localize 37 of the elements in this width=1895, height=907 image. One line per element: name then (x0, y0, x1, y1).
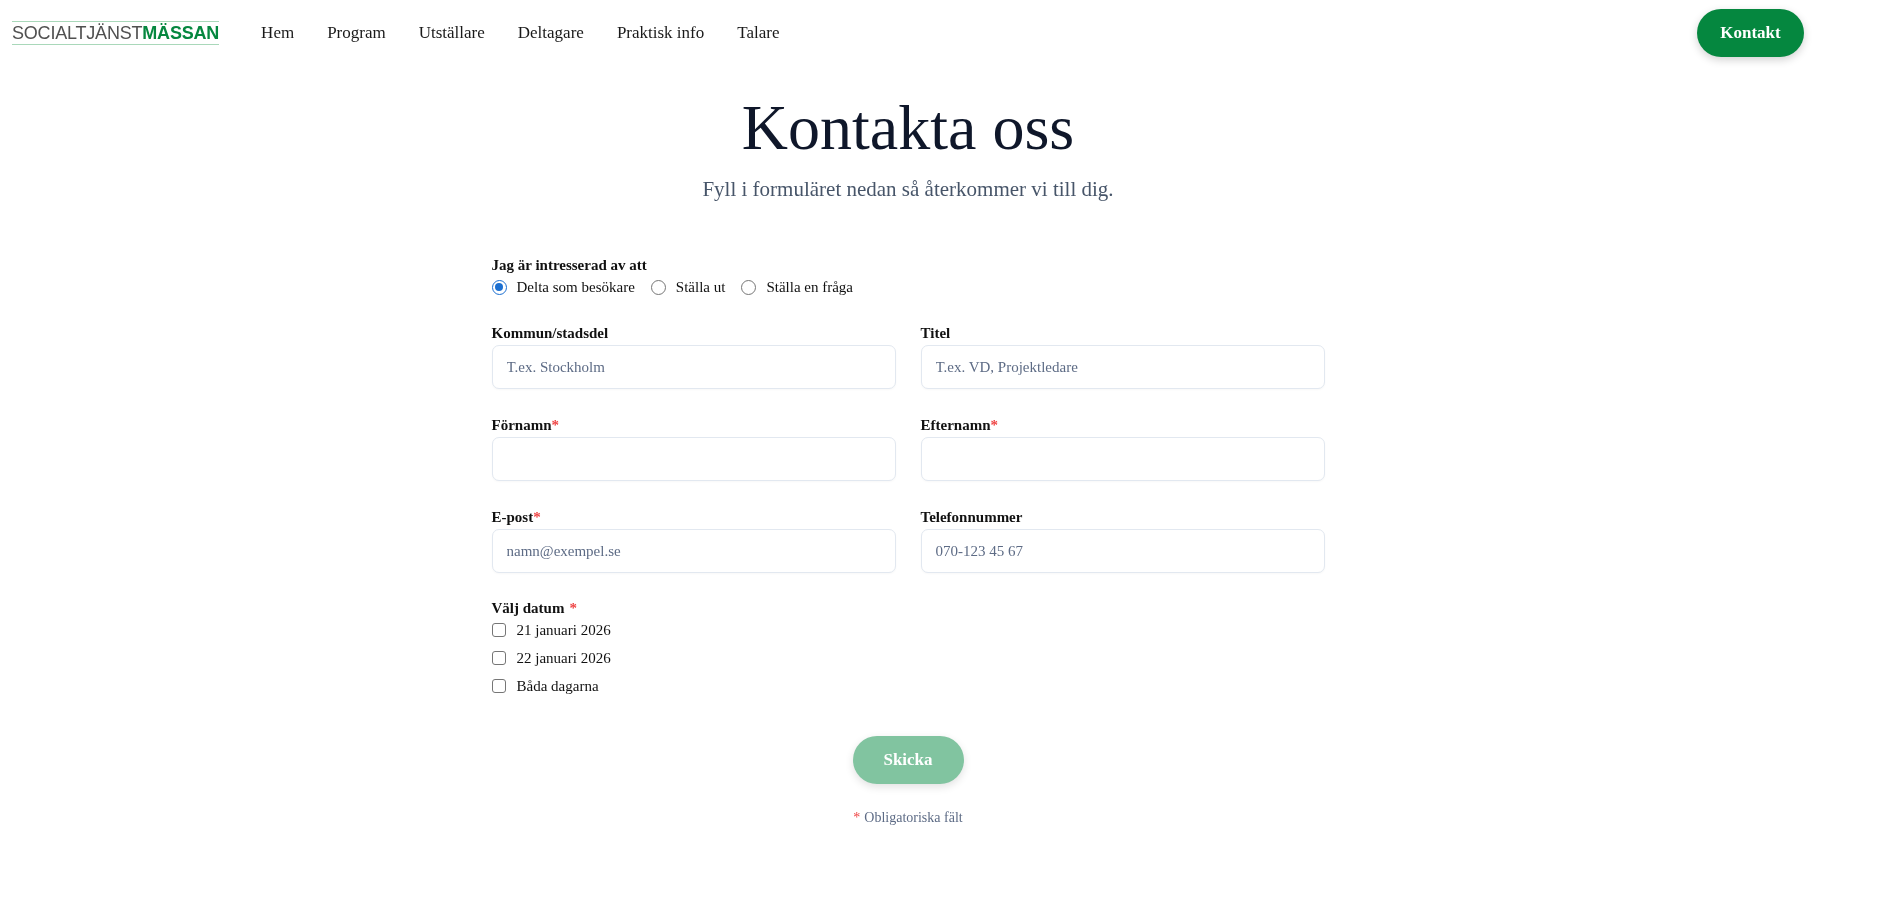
field-label: Telefonnummer (920, 508, 1023, 527)
radio-button[interactable] (741, 279, 757, 295)
radio-label: Ställa en fråga (766, 278, 853, 297)
field-label: Efternamn* (920, 416, 998, 435)
field-label: Titel (920, 324, 951, 343)
checkbox-label: Båda dagarna (516, 677, 599, 696)
radio-button[interactable] (650, 279, 666, 295)
checkbox-label: 21 januari 2026 (516, 621, 611, 640)
radio-label: Delta som besökare (516, 278, 635, 297)
nav-link[interactable]: Deltagare (517, 22, 584, 44)
field-label: Kommun/stadsdel (491, 324, 609, 343)
text-input[interactable] (920, 437, 1325, 481)
text-input[interactable]: namn@exempel.se (491, 529, 896, 573)
page-subtitle: Fyll i formuläret nedan så återkommer vi till dig. (702, 176, 1114, 203)
radio-button[interactable] (491, 279, 507, 295)
contact-button[interactable]: Kontakt (1697, 9, 1804, 57)
nav-link[interactable]: Hem (261, 22, 295, 44)
text-input[interactable] (491, 437, 896, 481)
field-label: E-post* (491, 508, 541, 527)
text-input[interactable]: 070-123 45 67 (920, 529, 1325, 573)
required-note: * Obligatoriska fält (853, 809, 963, 827)
logo[interactable]: SOCIALTJÄNSTMÄSSAN (12, 21, 220, 45)
field-label: Välj datum * (491, 599, 577, 618)
checkbox[interactable] (491, 623, 506, 637)
text-input[interactable]: T.ex. Stockholm (491, 345, 896, 389)
nav-link[interactable]: Praktisk info (616, 22, 705, 44)
radio-label: Ställa ut (675, 278, 726, 297)
checkbox[interactable] (491, 651, 506, 665)
checkbox[interactable] (491, 679, 506, 693)
nav-link[interactable]: Program (327, 22, 386, 44)
text-input[interactable]: T.ex. VD, Projektledare (920, 345, 1325, 389)
field-label: Förnamn* (491, 416, 559, 435)
nav-link[interactable]: Utställare (418, 22, 485, 44)
checkbox-label: 22 januari 2026 (516, 649, 611, 668)
nav-link[interactable]: Talare (737, 22, 780, 44)
field-label: Jag är intresserad av att (491, 256, 647, 275)
page-title: Kontakta oss (741, 96, 1075, 160)
